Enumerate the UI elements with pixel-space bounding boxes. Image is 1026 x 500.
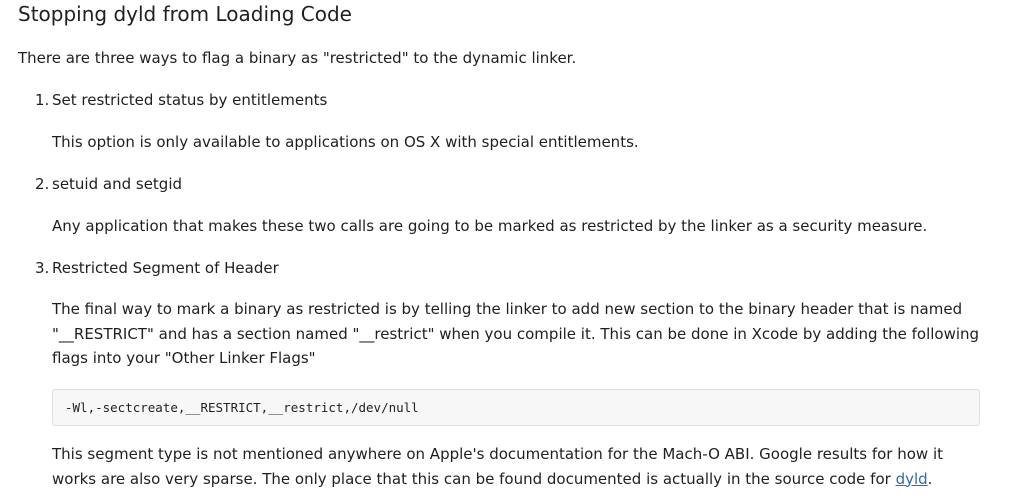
body-line: flags into your "Other Linker Flags" — [52, 349, 316, 367]
body-line: This segment type is not mentioned anywh… — [52, 445, 944, 463]
body-line-text: works are also very sparse. The only pla… — [52, 469, 896, 488]
body-line: works are also very sparse. The only pla… — [52, 467, 943, 492]
intro-paragraph: There are three ways to flag a binary as… — [18, 49, 577, 67]
body-line: "__RESTRICT" and has a section named "__… — [52, 324, 980, 343]
list-item-title: setuid and setgid — [52, 175, 183, 193]
list-item-title: Restricted Segment of Header — [52, 259, 279, 277]
article-title: Stopping dyld from Loading Code — [18, 2, 352, 26]
list-item-body: Any application that makes these two cal… — [52, 217, 928, 235]
list-item-body: This option is only available to applica… — [52, 133, 639, 151]
list-item-body: The final way to mark a binary as restri… — [52, 297, 979, 371]
list-item-number: 1. — [35, 91, 50, 109]
list-item-title: Set restricted status by entitlements — [52, 91, 328, 109]
body-line: The final way to mark a binary as restri… — [52, 300, 963, 318]
closing-paragraph: This segment type is not mentioned anywh… — [52, 442, 943, 491]
article: Stopping dyld from Loading Code There ar… — [0, 0, 1026, 500]
body-line-end: . — [927, 469, 933, 488]
dyld-link[interactable]: dyld — [896, 470, 928, 488]
code-text[interactable]: -Wl,-sectcreate,__RESTRICT,__restrict,/d… — [65, 399, 419, 417]
list-item-number: 3. — [35, 259, 50, 277]
list-item-number: 2. — [35, 175, 50, 193]
code-block: -Wl,-sectcreate,__RESTRICT,__restrict,/d… — [52, 389, 980, 426]
